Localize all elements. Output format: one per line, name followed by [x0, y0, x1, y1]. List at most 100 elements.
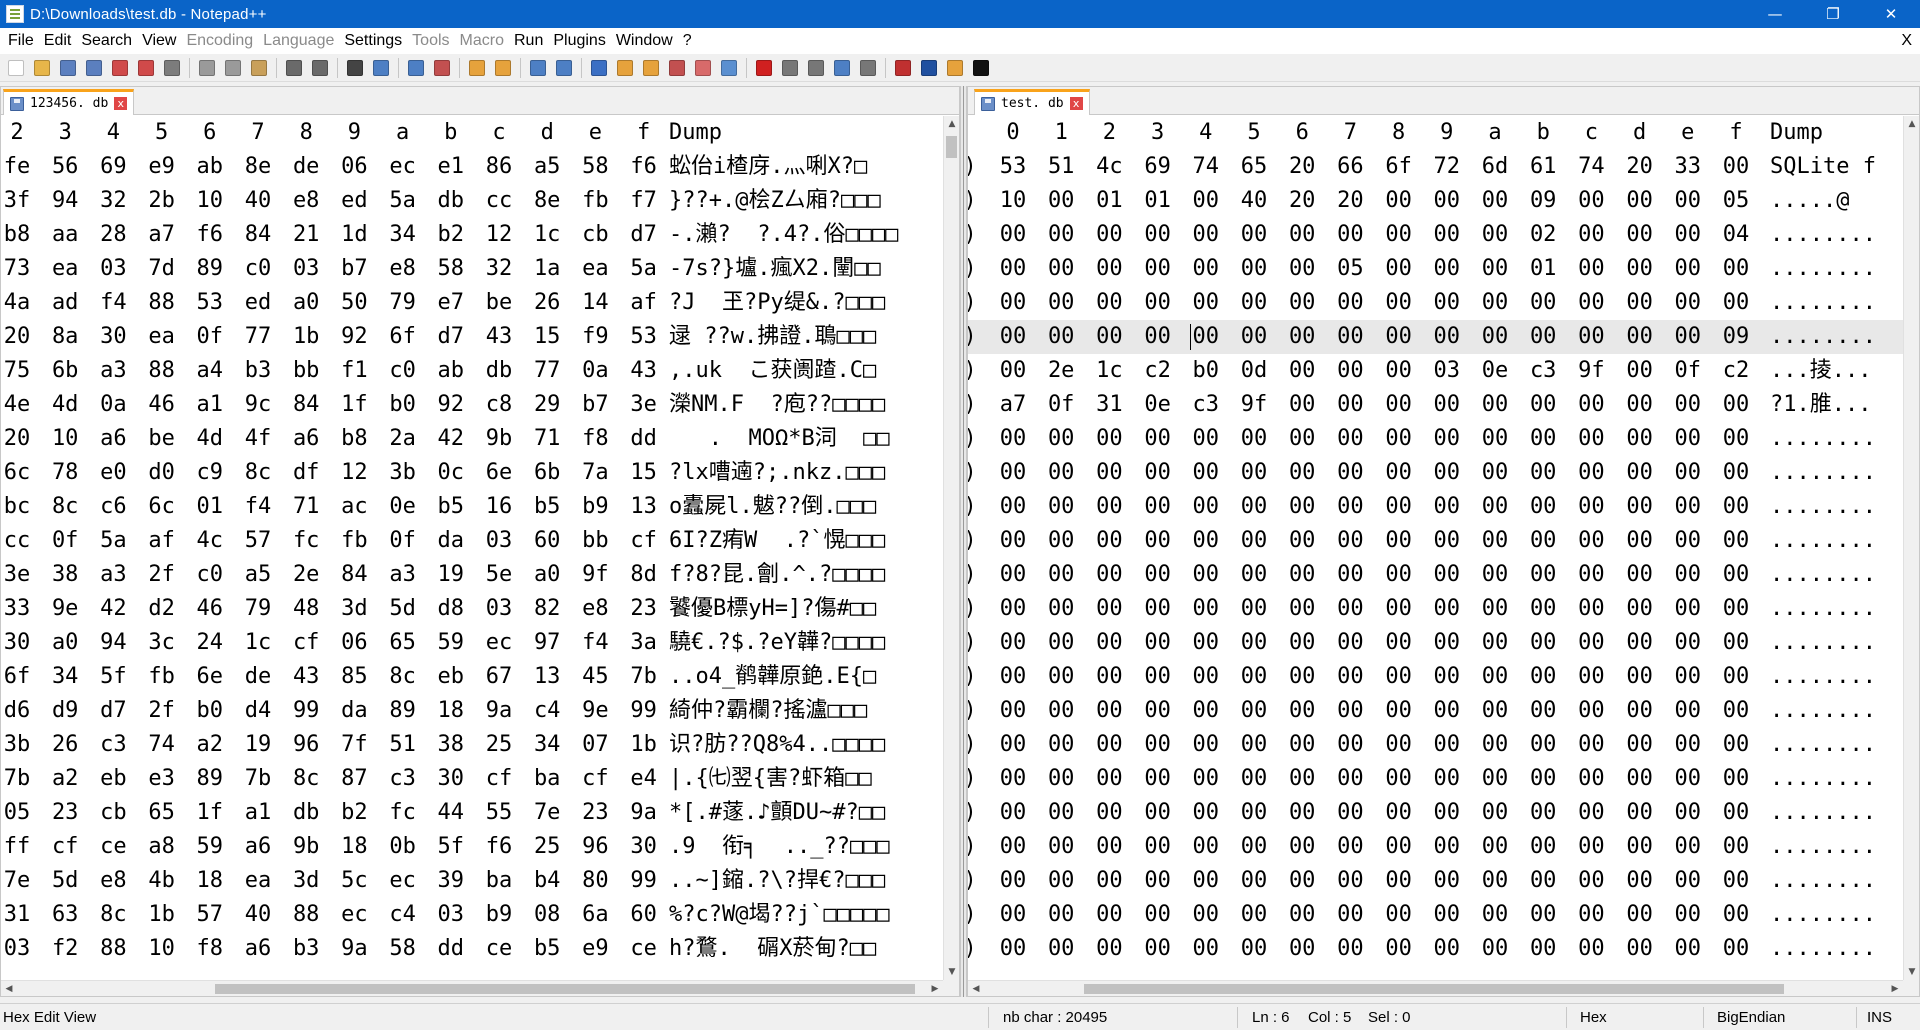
hex-cell[interactable]: e0 [93, 456, 133, 490]
hex-cell[interactable]: f8 [190, 932, 230, 966]
hex-cell[interactable]: 00 [1330, 694, 1370, 728]
hex-cell[interactable]: 00 [1475, 218, 1515, 252]
dump-text[interactable]: ........ [1770, 592, 1876, 626]
hex-cell[interactable]: b8 [1, 218, 37, 252]
hex-row[interactable]: )00000000000000000000000000000000.......… [968, 932, 1903, 966]
hex-cell[interactable]: 00 [1427, 456, 1467, 490]
hex-cell[interactable]: 00 [1427, 388, 1467, 422]
hex-cell[interactable]: 00 [1041, 830, 1081, 864]
hex-cell[interactable]: 8a [45, 320, 85, 354]
hex-cell[interactable]: 3d [334, 592, 374, 626]
hex-cell[interactable]: 08 [527, 898, 567, 932]
hex-cell[interactable]: 00 [1234, 932, 1274, 966]
hex-cell[interactable]: 00 [1571, 558, 1611, 592]
hex-cell[interactable]: 0a [575, 354, 615, 388]
scroll-down-arrow-icon[interactable]: ▼ [1904, 964, 1919, 980]
hex-cell[interactable]: da [334, 694, 374, 728]
hex-cell-partial[interactable]: ) [968, 864, 980, 898]
hex-cell[interactable]: be [479, 286, 519, 320]
hex-row[interactable]: )00000000000000000000000000000000.......… [968, 558, 1903, 592]
hex-cell[interactable]: 00 [1330, 388, 1370, 422]
hex-row[interactable]: 03 f2 88 10 f8 a6 b3 9a 58 dd ce b5 e9 ce h?鶩. 碿X菸甸?□□ [1, 932, 943, 966]
hex-cell[interactable]: 00 [1620, 728, 1660, 762]
hex-cell[interactable]: d7 [624, 218, 664, 252]
hex-cell[interactable]: c2 [1138, 354, 1178, 388]
hex-cell[interactable]: 00 [993, 252, 1033, 286]
hex-cell[interactable]: 00 [1282, 694, 1322, 728]
hex-cell[interactable]: 00 [1138, 422, 1178, 456]
hex-cell[interactable]: 00 [1620, 286, 1660, 320]
hex-cell[interactable]: c8 [479, 388, 519, 422]
hex-cell[interactable]: 77 [527, 354, 567, 388]
hex-cell[interactable]: 00 [1620, 592, 1660, 626]
hex-cell[interactable]: 7a [575, 456, 615, 490]
hex-cell[interactable]: 43 [479, 320, 519, 354]
hex-cell[interactable]: 00 [1716, 660, 1756, 694]
hex-cell[interactable]: 00 [1089, 898, 1129, 932]
hex-cell[interactable]: 00 [1427, 218, 1467, 252]
hex-cell[interactable]: 00 [1379, 762, 1419, 796]
menu-search[interactable]: Search [76, 28, 137, 54]
hex-cell[interactable]: 45 [575, 660, 615, 694]
scroll-thumb[interactable] [215, 984, 915, 994]
hex-cell[interactable]: 43 [286, 660, 326, 694]
hex-cell[interactable]: 00 [993, 898, 1033, 932]
hex-cell[interactable]: 00 [1379, 354, 1419, 388]
hex-row[interactable]: 05 23 cb 65 1f a1 db b2 fc 44 55 7e 23 9a *[.#蓫.♪顫DU~#… [1, 796, 943, 830]
hex-cell[interactable]: a3 [93, 558, 133, 592]
undo-button[interactable] [282, 57, 306, 79]
hex-cell[interactable]: 06 [334, 150, 374, 184]
hex-cell[interactable]: 00 [1716, 524, 1756, 558]
hex-cell[interactable]: 00 [1427, 796, 1467, 830]
hex-row[interactable]: fe 56 69 e9 ab 8e de 06 ec e1 86 a5 58 f6 蚣佁i楂庌.灬唎X?□ [1, 150, 943, 184]
hex-cell[interactable]: ea [238, 864, 278, 898]
dump-text[interactable]: h?鶩. 碿X菸甸?□□ [669, 932, 876, 966]
hex-cell[interactable]: e3 [142, 762, 182, 796]
hex-cell[interactable]: 19 [238, 728, 278, 762]
hex-cell[interactable]: a6 [238, 830, 278, 864]
hex-cell[interactable]: 3b [383, 456, 423, 490]
hex-cell[interactable]: 00 [1330, 218, 1370, 252]
hex-cell[interactable]: 72 [1427, 150, 1467, 184]
hex-cell[interactable]: 06 [334, 626, 374, 660]
hex-cell[interactable]: 01 [1089, 184, 1129, 218]
hex-cell[interactable]: 00 [1089, 864, 1129, 898]
hex-cell[interactable]: a6 [286, 422, 326, 456]
hex-cell[interactable]: cf [45, 830, 85, 864]
doc-map-button[interactable] [613, 57, 637, 79]
hex-cell[interactable]: 33 [1668, 150, 1708, 184]
hex-cell[interactable]: 00 [1571, 660, 1611, 694]
hex-cell[interactable]: 00 [1089, 456, 1129, 490]
save-button[interactable] [56, 57, 80, 79]
hex-cell[interactable]: f4 [93, 286, 133, 320]
hex-cell[interactable]: 00 [1089, 320, 1129, 354]
menu-run[interactable]: Run [509, 28, 548, 54]
hex-cell[interactable]: 30 [1, 626, 37, 660]
dump-text[interactable]: ........ [1770, 252, 1876, 286]
hex-cell-partial[interactable]: ) [968, 830, 980, 864]
hex-cell[interactable]: 3f [1, 184, 37, 218]
dump-text[interactable]: ...掕... [1770, 354, 1871, 388]
hex-cell-partial[interactable]: ) [968, 932, 980, 966]
dump-text[interactable]: ........ [1770, 762, 1876, 796]
hex-cell[interactable]: 00 [1186, 762, 1226, 796]
hex-cell[interactable]: c9 [190, 456, 230, 490]
hex-cell[interactable]: a4 [190, 354, 230, 388]
hex-row[interactable]: bc 8c c6 6c 01 f4 71 ac 0e b5 16 b5 b9 13 o蠹屍l.魃??倒.□□… [1, 490, 943, 524]
hex-cell[interactable]: ac [334, 490, 374, 524]
hex-cell[interactable]: fe [1, 150, 37, 184]
hex-cell[interactable]: 00 [1234, 592, 1274, 626]
hex-cell[interactable]: 1b [624, 728, 664, 762]
hex-cell[interactable]: 7e [527, 796, 567, 830]
hex-cell[interactable]: fc [383, 796, 423, 830]
hex-cell[interactable]: b0 [190, 694, 230, 728]
hex-cell[interactable]: 7f [334, 728, 374, 762]
scroll-up-arrow-icon[interactable]: ▲ [944, 116, 959, 132]
hex-row[interactable]: )00000000000000000000000000000000.......… [968, 694, 1903, 728]
hex-cell[interactable]: 9f [1571, 354, 1611, 388]
hex-cell[interactable]: 00 [1138, 694, 1178, 728]
copy-button[interactable] [221, 57, 245, 79]
dump-text[interactable]: 逯 ??w.拂證.鵈□□□ [669, 320, 876, 354]
hex-cell-partial[interactable]: ) [968, 592, 980, 626]
hex-row[interactable]: 33 9e 42 d2 46 79 48 3d 5d d8 03 82 e8 23 饕優B標yH=]?傷#□… [1, 592, 943, 626]
